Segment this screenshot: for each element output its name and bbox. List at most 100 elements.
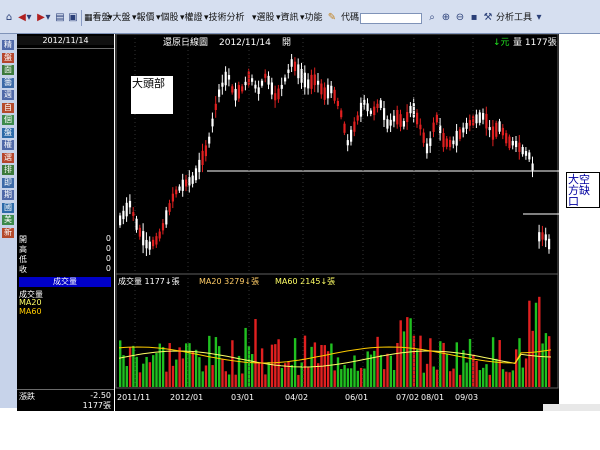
candle-body xyxy=(505,133,508,144)
candle-body xyxy=(191,175,194,184)
menu-technical-analysis[interactable]: ▾技術分析 xyxy=(204,12,245,25)
candle-body xyxy=(518,142,521,152)
sidebar-tab-3[interactable]: 面 xyxy=(2,65,14,75)
volume-bar xyxy=(548,336,551,387)
sidebar-tab-10[interactable]: 選 xyxy=(2,152,14,163)
candle-body xyxy=(435,114,438,123)
tools-icon[interactable]: ⚒ xyxy=(482,12,494,24)
volume-tab[interactable]: 成交量 xyxy=(19,277,111,287)
sidebar-tab-7[interactable]: 個 xyxy=(2,115,14,125)
volume-bar xyxy=(155,353,158,387)
sidebar-tab-8[interactable]: 盤 xyxy=(2,127,14,138)
candle-body xyxy=(274,93,277,101)
candle-body xyxy=(119,215,122,226)
sidebar-tab-11[interactable]: 排 xyxy=(2,165,14,175)
candle-body xyxy=(264,73,267,78)
menu-info[interactable]: ▾資訊 xyxy=(276,12,299,25)
volume-bar xyxy=(412,335,416,387)
sidebar-tab-5[interactable]: 週 xyxy=(2,90,14,100)
menu-watch[interactable]: ▦看盤 xyxy=(84,12,111,25)
candle-body xyxy=(290,59,293,67)
volume-bar xyxy=(392,370,396,387)
vol-legend-ma20: MA20 3279↓張 xyxy=(199,277,259,286)
sidebar-tab-4[interactable]: 籌 xyxy=(2,77,14,88)
zoom-out-icon[interactable]: ⊖ xyxy=(454,12,466,24)
volume-bar xyxy=(307,366,310,387)
volume-bar xyxy=(204,365,208,387)
candle-body xyxy=(185,179,188,187)
x-tick-label: 2012/01 xyxy=(170,393,203,402)
candle-body xyxy=(161,223,165,231)
candle-body xyxy=(432,122,435,132)
stock-chart[interactable]: 還原日線圖 2012/11/14 開 ↓元 量 1177張 成交量 1177↓張… xyxy=(115,33,559,411)
candle-body xyxy=(528,152,531,160)
search-icon[interactable]: ⌕ xyxy=(426,12,438,24)
candle-body xyxy=(270,82,273,95)
analysis-tools-menu[interactable]: 分析工具 xyxy=(496,12,532,25)
candle-body xyxy=(482,113,485,120)
menu-stock-screener[interactable]: ▾選股 xyxy=(252,12,275,25)
menu-stock[interactable]: ▾個股 xyxy=(156,12,179,25)
price-panel-frame xyxy=(115,33,559,275)
candle-body xyxy=(386,119,389,129)
volume-bar xyxy=(165,371,168,387)
sidebar-tab-12[interactable]: 即 xyxy=(2,177,14,188)
candle-body xyxy=(416,112,419,125)
toolbar: ⌂ ◀ ▾ ▶ ▾ ▤ ▣ ▦看盤 ▾大盤 ▾報價 ▾個股 ▾權證 ▾技術分析 … xyxy=(0,0,600,34)
close-value: 0 xyxy=(105,264,111,273)
volume-bar xyxy=(122,355,125,387)
home-icon[interactable]: ⌂ xyxy=(3,12,15,24)
panel-divider-bottom xyxy=(17,389,114,390)
chevron-down-icon[interactable]: ▾ xyxy=(533,12,545,24)
window-icon[interactable]: ▣ xyxy=(67,12,79,24)
x-tick-label: 03/01 xyxy=(231,393,254,402)
sidebar-tab-16[interactable]: 新 xyxy=(2,227,14,238)
menu-warrant[interactable]: ▾權證 xyxy=(180,12,203,25)
menu-function[interactable]: ▾功能 xyxy=(300,12,323,25)
candle-body xyxy=(168,203,171,212)
volume-bar xyxy=(468,338,472,387)
candle-body xyxy=(267,75,270,85)
stock-code-input[interactable] xyxy=(360,13,422,24)
volume-bar xyxy=(152,355,155,387)
zoom-in-icon[interactable]: ⊕ xyxy=(440,12,452,24)
volume-bar xyxy=(303,335,307,387)
x-tick-label: 06/01 xyxy=(345,393,368,402)
back-dropdown-icon[interactable]: ▾ xyxy=(26,12,32,24)
volume-bar xyxy=(442,342,445,387)
forward-dropdown-icon[interactable]: ▾ xyxy=(45,12,51,24)
volume-bar xyxy=(227,374,231,387)
volume-bar xyxy=(185,343,188,387)
volume-bar xyxy=(208,335,211,387)
sidebar-tab-6[interactable]: 自 xyxy=(2,102,14,113)
candle-body xyxy=(544,234,547,241)
sidebar-tab-13[interactable]: 期 xyxy=(2,190,14,200)
candle-body xyxy=(208,136,211,144)
chart-unit: ↓元 xyxy=(493,38,510,48)
volume-bar xyxy=(379,354,383,387)
sidebar-tab-1[interactable]: 精 xyxy=(2,40,14,50)
candle-body xyxy=(303,72,306,88)
candle-body xyxy=(284,77,287,82)
volume-bar xyxy=(158,343,161,387)
legend-ma60: MA60 xyxy=(19,307,42,316)
menu-market[interactable]: ▾大盤 xyxy=(108,12,131,25)
volume-bar xyxy=(429,338,432,387)
candle-body xyxy=(244,81,247,86)
candle-body xyxy=(495,122,498,137)
edit-icon[interactable]: ✎ xyxy=(326,12,338,24)
volume-bar xyxy=(267,361,270,387)
volume-bar xyxy=(425,363,429,387)
sidebar-tab-14[interactable]: 國 xyxy=(2,202,14,213)
sidebar-tab-15[interactable]: 美 xyxy=(2,215,14,225)
info-panel: 2012/11/14 開 0 高 0 低 0 收 0 成交量 成交量 MA20 … xyxy=(17,34,114,411)
volume-bar xyxy=(254,319,257,387)
candle-body xyxy=(237,85,240,99)
sidebar-tab-2[interactable]: 盤 xyxy=(2,52,14,63)
candle-body xyxy=(135,218,138,230)
volume-bar xyxy=(359,367,363,387)
minimize-box-icon[interactable]: ▪ xyxy=(468,12,480,24)
sidebar-tab-9[interactable]: 權 xyxy=(2,140,14,150)
menu-quote[interactable]: ▾報價 xyxy=(132,12,155,25)
print-icon[interactable]: ▤ xyxy=(54,12,66,24)
